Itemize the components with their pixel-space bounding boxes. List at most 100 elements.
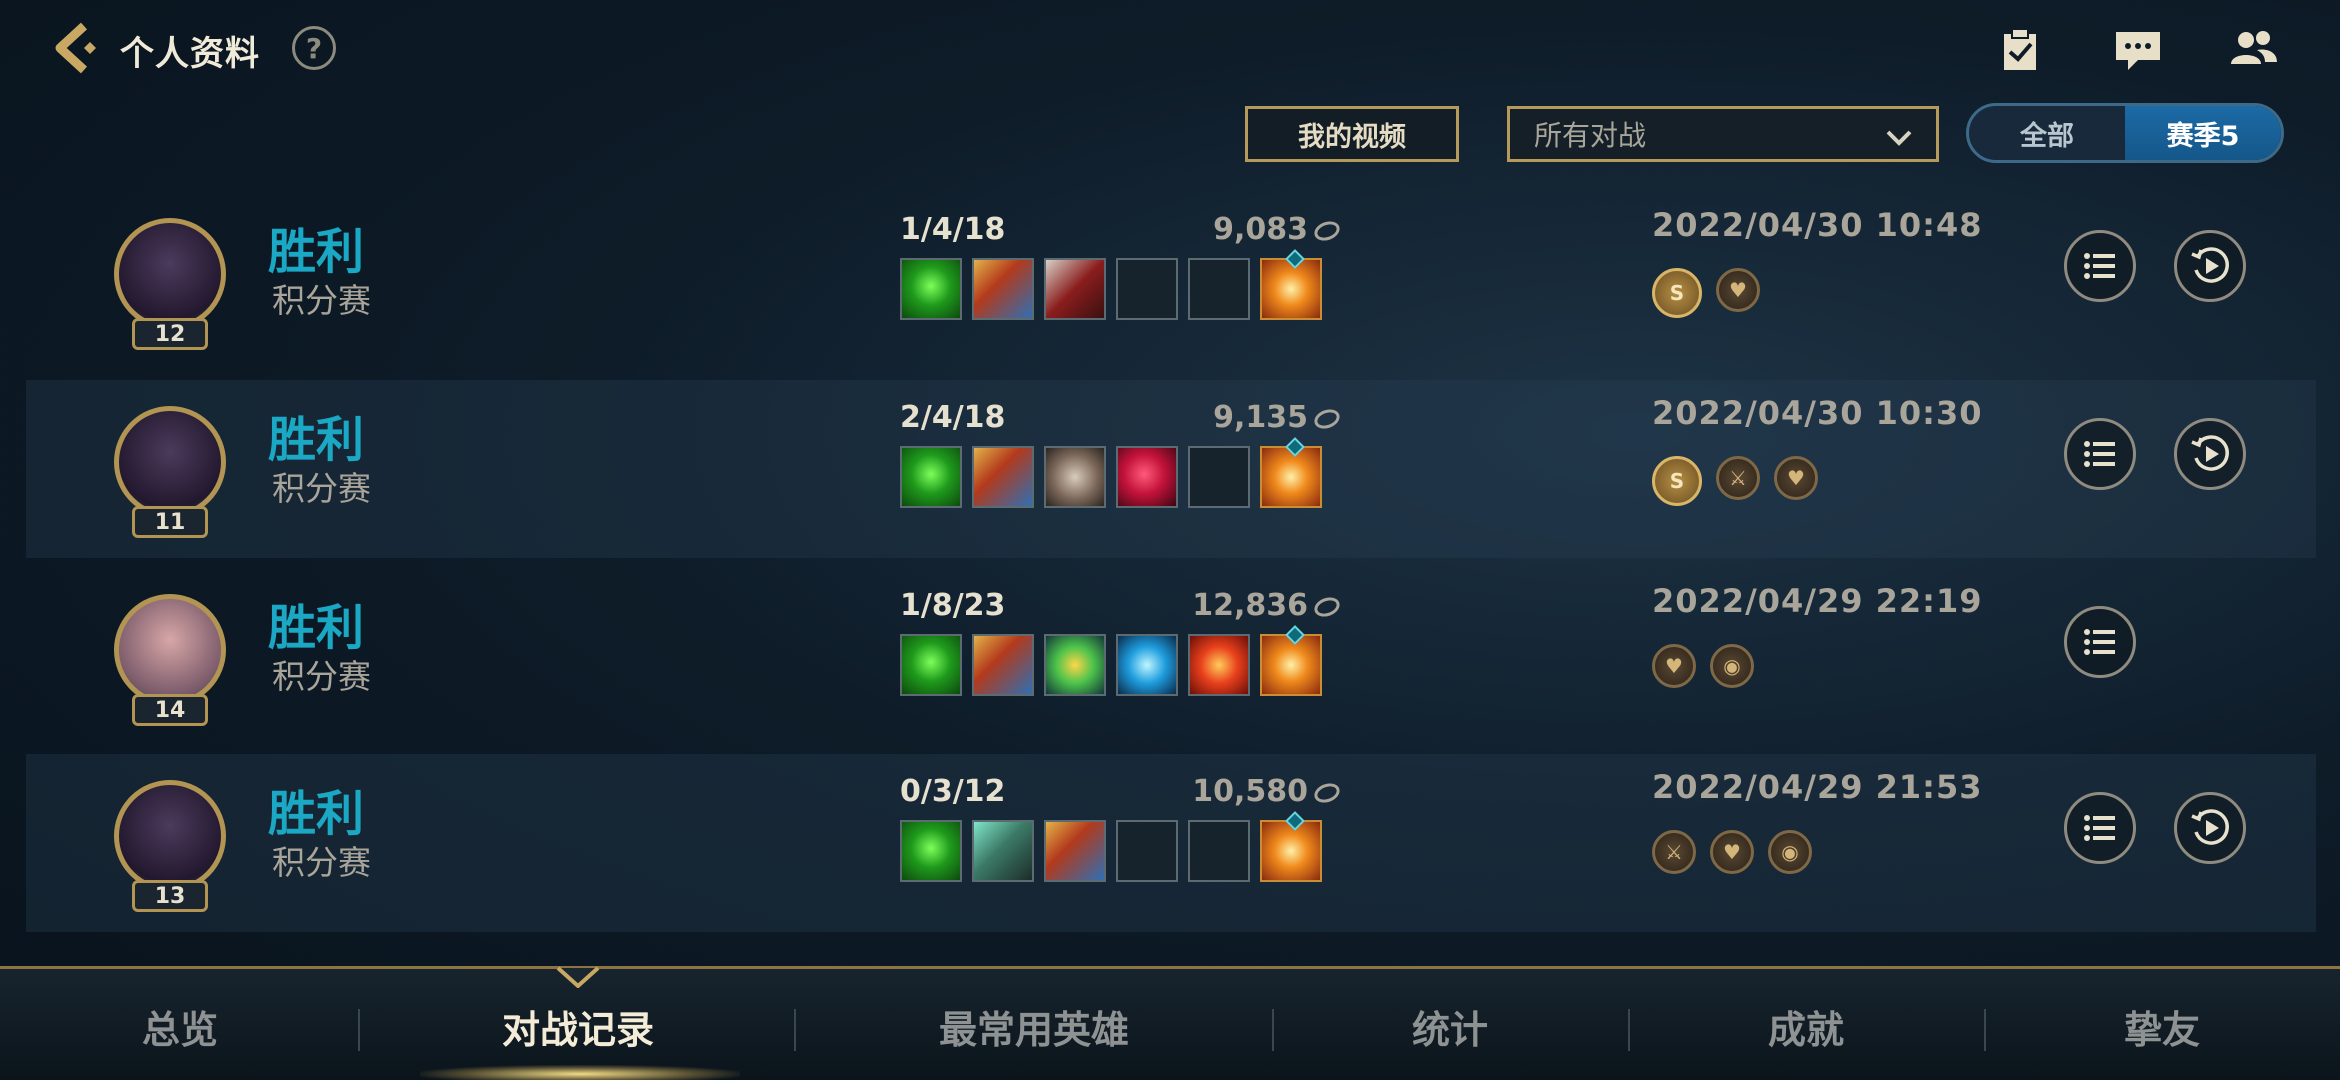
blue-spirit-item-icon[interactable]	[1116, 634, 1178, 696]
segment-all[interactable]: 全部	[1969, 106, 2125, 160]
kda-score: 1/4/18	[900, 212, 1006, 247]
gold-value: 9,135	[1213, 400, 1308, 435]
gold-earned: 9,083	[1166, 212, 1343, 247]
champion-avatar	[114, 594, 226, 706]
replay-icon	[2191, 247, 2229, 283]
s-rank-badge-icon[interactable]: S	[1652, 268, 1702, 318]
replay-button[interactable]	[2174, 230, 2246, 302]
tab-friends[interactable]: 挚友	[1984, 969, 2340, 1080]
tri-shield-item-icon[interactable]	[1044, 820, 1106, 882]
heart-badge-icon[interactable]: ♥	[1774, 456, 1818, 500]
champion-level: 13	[132, 880, 208, 912]
active-tab-glow	[420, 1065, 740, 1080]
match-row[interactable]: 12 胜利 积分赛 1/4/18 9,083 2022/04/30 10:48 …	[26, 192, 2316, 370]
chat-icon[interactable]	[2110, 22, 2166, 78]
champion-level: 11	[132, 506, 208, 538]
champion-level: 12	[132, 318, 208, 350]
tri-shield-item-icon[interactable]	[972, 258, 1034, 320]
kda-score: 0/3/12	[900, 774, 1006, 809]
segment-season-5[interactable]: 赛季5	[2125, 106, 2281, 160]
empty-item-slot[interactable]	[1188, 446, 1250, 508]
replay-button[interactable]	[2174, 418, 2246, 490]
game-mode: 积分赛	[272, 469, 371, 508]
shield-badge-icon[interactable]: ◉	[1710, 644, 1754, 688]
champion-avatar	[114, 406, 226, 518]
match-datetime: 2022/04/29 21:53	[1652, 768, 1983, 806]
gold-earned: 9,135	[1166, 400, 1343, 435]
match-filter-select[interactable]: 所有对战	[1507, 106, 1939, 162]
friends-icon[interactable]	[2226, 22, 2282, 78]
page-title: 个人资料	[120, 34, 260, 74]
help-icon[interactable]: ?	[292, 26, 336, 70]
heart-badge-icon[interactable]: ♥	[1652, 644, 1696, 688]
chevron-down-icon	[1886, 130, 1912, 146]
match-result: 胜利	[268, 224, 365, 280]
match-row[interactable]: 11 胜利 积分赛 2/4/18 9,135 2022/04/30 10:30 …	[26, 380, 2316, 558]
match-row[interactable]: 14 胜利 积分赛 1/8/23 12,836 2022/04/29 22:19…	[26, 568, 2316, 746]
tri-shield-item-icon[interactable]	[972, 446, 1034, 508]
gold-coin-icon	[1311, 405, 1343, 432]
orange-trinket-item-icon[interactable]	[1260, 634, 1322, 696]
game-mode: 积分赛	[272, 281, 371, 320]
ruby-crystal-item-icon[interactable]	[1116, 446, 1178, 508]
red-cleaver-item-icon[interactable]	[1044, 258, 1106, 320]
stone-plate-item-icon[interactable]	[1044, 446, 1106, 508]
item-build	[900, 446, 1322, 508]
my-videos-button[interactable]: 我的视频	[1245, 106, 1459, 162]
tab-achievements[interactable]: 成就	[1628, 969, 1984, 1080]
match-detail-button[interactable]	[2064, 606, 2136, 678]
sword-badge-icon[interactable]: ⚔	[1652, 830, 1696, 874]
green-boots-item-icon[interactable]	[900, 634, 962, 696]
match-datetime: 2022/04/30 10:30	[1652, 394, 1983, 432]
task-checklist-icon[interactable]	[1992, 22, 2048, 78]
replay-button[interactable]	[2174, 792, 2246, 864]
match-detail-button[interactable]	[2064, 230, 2136, 302]
red-orb-item-icon[interactable]	[1188, 634, 1250, 696]
green-boots-item-icon[interactable]	[900, 258, 962, 320]
match-datetime: 2022/04/29 22:19	[1652, 582, 1983, 620]
game-mode: 积分赛	[272, 843, 371, 882]
gold-coin-icon	[1311, 779, 1343, 806]
s-rank-badge-icon[interactable]: S	[1652, 456, 1702, 506]
match-badges: S ⚔ ♥	[1652, 456, 1818, 506]
heart-badge-icon[interactable]: ♥	[1716, 268, 1760, 312]
season-toggle[interactable]: 全部 赛季5	[1966, 103, 2284, 163]
shield-badge-icon[interactable]: ◉	[1768, 830, 1812, 874]
empty-item-slot[interactable]	[1116, 258, 1178, 320]
top-bar: 个人资料 ?	[0, 0, 2340, 100]
green-boots-item-icon[interactable]	[900, 446, 962, 508]
gold-coin-icon	[1311, 217, 1343, 244]
tab-top-champions[interactable]: 最常用英雄	[796, 969, 1272, 1080]
game-mode: 积分赛	[272, 657, 371, 696]
replay-icon	[2191, 435, 2229, 471]
tab-stats[interactable]: 统计	[1272, 969, 1628, 1080]
heart-badge-icon[interactable]: ♥	[1710, 830, 1754, 874]
empty-item-slot[interactable]	[1188, 258, 1250, 320]
orange-trinket-item-icon[interactable]	[1260, 258, 1322, 320]
gold-earned: 10,580	[1166, 774, 1343, 809]
list-icon	[2084, 253, 2115, 279]
match-detail-button[interactable]	[2064, 792, 2136, 864]
back-button[interactable]	[50, 20, 106, 76]
match-detail-button[interactable]	[2064, 418, 2136, 490]
tab-overview[interactable]: 总览	[0, 969, 360, 1080]
item-build	[900, 820, 1322, 882]
gold-earned: 12,836	[1166, 588, 1343, 623]
champion-avatar	[114, 780, 226, 892]
empty-item-slot[interactable]	[1116, 820, 1178, 882]
filter-value: 所有对战	[1534, 119, 1647, 152]
list-icon	[2084, 629, 2115, 655]
match-badges: ⚔ ♥ ◉	[1652, 830, 1812, 874]
green-flower-item-icon[interactable]	[1044, 634, 1106, 696]
match-row[interactable]: 13 胜利 积分赛 0/3/12 10,580 2022/04/29 21:53…	[26, 754, 2316, 932]
tri-shield-item-icon[interactable]	[972, 634, 1034, 696]
green-boots-item-icon[interactable]	[900, 820, 962, 882]
kda-score: 1/8/23	[900, 588, 1006, 623]
champion-avatar	[114, 218, 226, 330]
list-icon	[2084, 815, 2115, 841]
empty-item-slot[interactable]	[1188, 820, 1250, 882]
sword-badge-icon[interactable]: ⚔	[1716, 456, 1760, 500]
orange-trinket-item-icon[interactable]	[1260, 820, 1322, 882]
orange-trinket-item-icon[interactable]	[1260, 446, 1322, 508]
jade-armor-item-icon[interactable]	[972, 820, 1034, 882]
